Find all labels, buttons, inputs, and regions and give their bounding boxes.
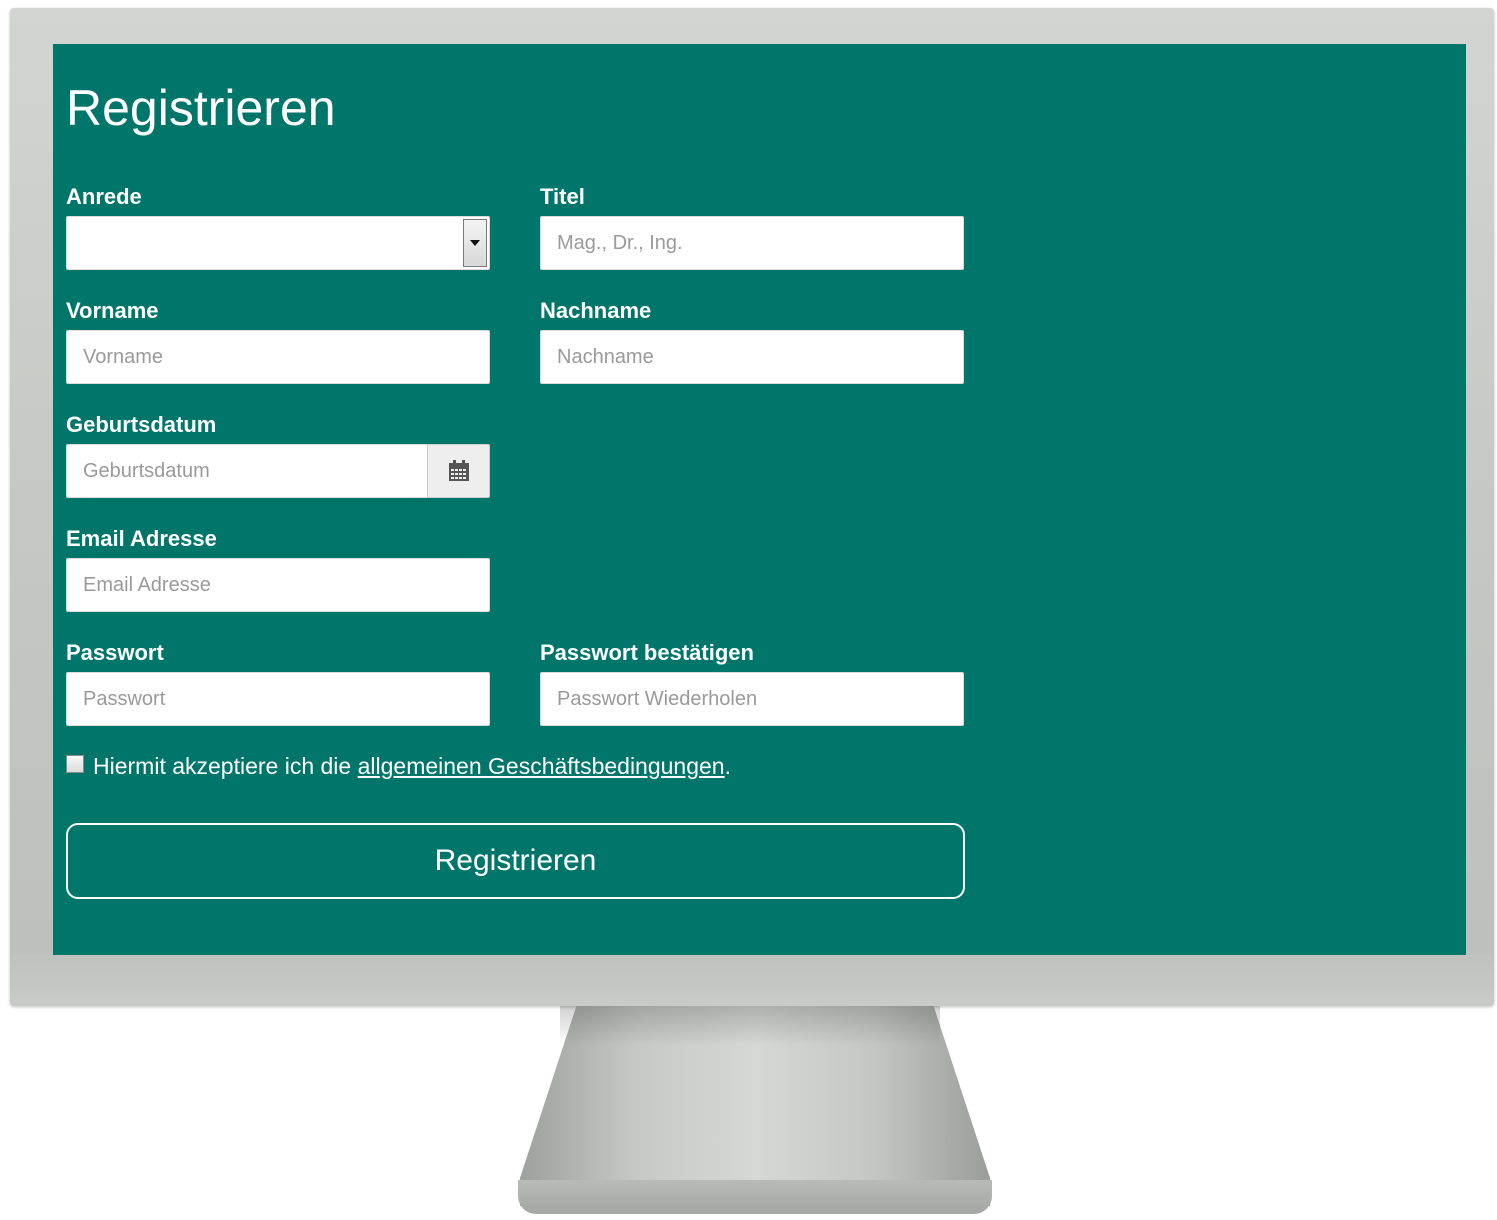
email-label: Email Adresse <box>66 526 217 551</box>
page-title: Registrieren <box>66 80 336 136</box>
register-button[interactable]: Registrieren <box>66 823 965 899</box>
monitor-bottom-bezel <box>10 954 1494 1006</box>
anrede-label: Anrede <box>66 184 142 209</box>
passwort-bestaetigen-label: Passwort bestätigen <box>540 640 754 665</box>
vorname-input[interactable] <box>66 330 490 384</box>
terms-row: Hiermit akzeptiere ich die allgemeinen G… <box>66 751 731 781</box>
terms-checkbox[interactable] <box>66 755 84 773</box>
titel-field: Titel <box>540 184 964 270</box>
email-field: Email Adresse <box>66 526 490 612</box>
titel-input[interactable] <box>540 216 964 270</box>
vorname-label: Vorname <box>66 298 159 323</box>
passwort-label: Passwort <box>66 640 164 665</box>
chevron-down-icon <box>470 240 480 246</box>
vorname-field: Vorname <box>66 298 490 384</box>
passwort-bestaetigen-field: Passwort bestätigen <box>540 640 964 726</box>
registration-screen: Registrieren Anrede Titel Vorname Nachna… <box>53 44 1466 955</box>
passwort-bestaetigen-input[interactable] <box>540 672 964 726</box>
monitor-stand-foot <box>518 1180 992 1214</box>
terms-text: Hiermit akzeptiere ich die <box>93 753 352 779</box>
calendar-icon <box>448 460 469 481</box>
terms-link[interactable]: allgemeinen Geschäftsbedingungen <box>358 751 725 781</box>
anrede-field: Anrede <box>66 184 490 270</box>
anrede-select[interactable] <box>66 216 490 270</box>
dropdown-arrow-button[interactable] <box>463 219 487 267</box>
nachname-field: Nachname <box>540 298 964 384</box>
geburtsdatum-input[interactable] <box>66 444 427 498</box>
passwort-input[interactable] <box>66 672 490 726</box>
email-input[interactable] <box>66 558 490 612</box>
geburtsdatum-label: Geburtsdatum <box>66 412 217 437</box>
date-input-group <box>66 444 490 498</box>
titel-label: Titel <box>540 184 585 209</box>
terms-suffix: . <box>724 753 731 779</box>
nachname-input[interactable] <box>540 330 964 384</box>
datepicker-button[interactable] <box>427 444 490 498</box>
geburtsdatum-field: Geburtsdatum <box>66 412 490 498</box>
monitor-stand-shadow <box>560 1006 940 1046</box>
passwort-field: Passwort <box>66 640 490 726</box>
nachname-label: Nachname <box>540 298 652 323</box>
